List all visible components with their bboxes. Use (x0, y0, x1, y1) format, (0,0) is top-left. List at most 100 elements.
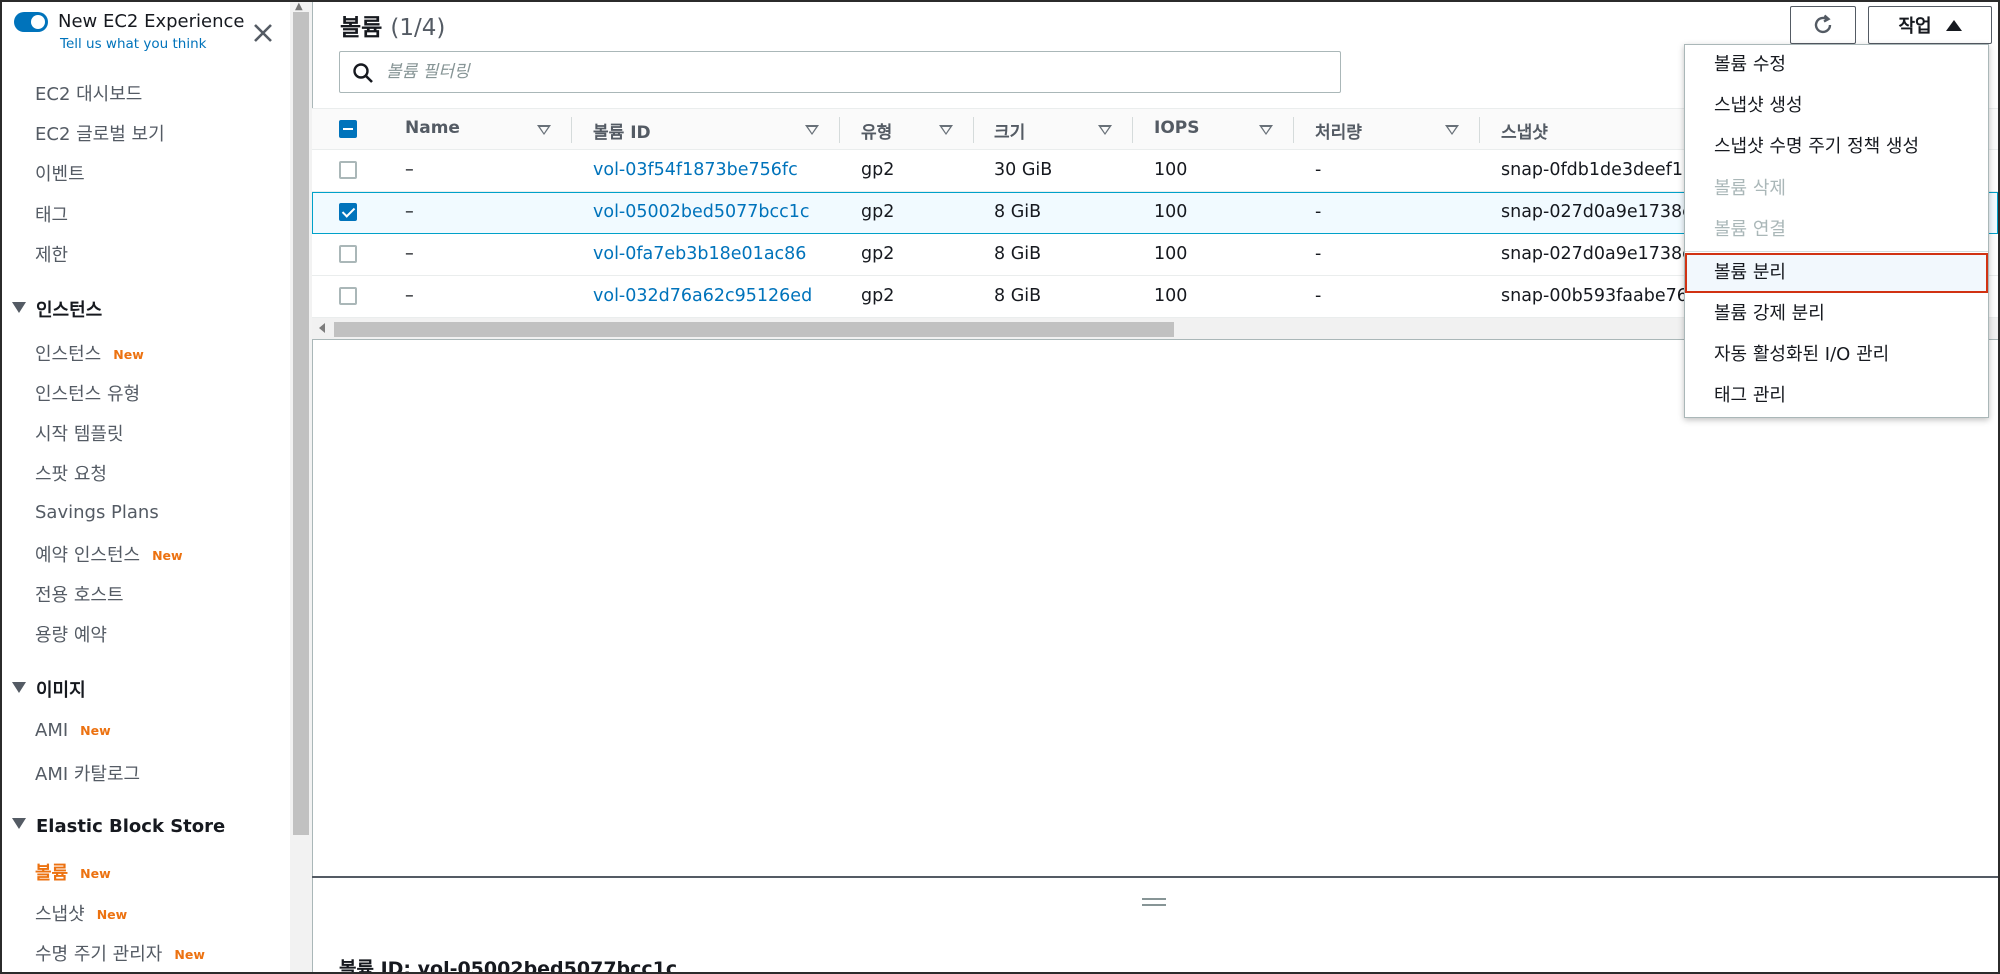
new-badge: New (174, 947, 205, 962)
section-instances[interactable]: 인스턴스 (12, 296, 102, 322)
column-header-throughput[interactable]: 처리량 (1315, 118, 1362, 143)
column-divider[interactable] (1132, 117, 1133, 143)
cell-name: – (405, 202, 414, 222)
column-header-name[interactable]: Name (405, 118, 460, 138)
refresh-icon (1814, 14, 1832, 34)
menu-divider (1685, 251, 1988, 252)
filter-icon[interactable] (1098, 125, 1112, 135)
sidebar-item-instances[interactable]: 인스턴스 New (35, 340, 144, 366)
detail-panel-title: 볼륨 ID: vol-05002bed5077bcc1c (339, 958, 678, 974)
column-divider[interactable] (1479, 117, 1480, 143)
cell-volume-id-link[interactable]: vol-032d76a62c95126ed (593, 286, 812, 306)
sidebar-item-snapshots[interactable]: 스냅샷 New (35, 900, 127, 926)
menu-item-delete-volume: 볼륨 삭제 (1714, 178, 1786, 199)
page-title: 볼륨 (1/4) (340, 15, 446, 41)
cell-throughput: - (1315, 160, 1322, 180)
cell-snapshot: snap-00b593faabe76 (1501, 286, 1688, 306)
sidebar-item-ami[interactable]: AMI New (35, 720, 111, 741)
menu-item-create-snapshot[interactable]: 스냅샷 생성 (1685, 86, 1988, 126)
sidebar-item-limits[interactable]: 제한 (35, 241, 68, 267)
sidebar-item-ec2-global-view[interactable]: EC2 글로벌 보기 (35, 120, 165, 146)
sidebar-scroll-thumb[interactable] (293, 12, 309, 835)
sidebar-item-capacity-reservations[interactable]: 용량 예약 (35, 621, 107, 647)
menu-item-force-detach-volume[interactable]: 볼륨 강제 분리 (1685, 294, 1988, 334)
drag-handle-icon[interactable] (1142, 898, 1166, 906)
actions-button[interactable]: 작업 (1868, 6, 1992, 44)
sidebar: New EC2 Experience Tell us what you thin… (2, 2, 290, 972)
filter-search (339, 51, 1341, 93)
sidebar-item-ami-catalog[interactable]: AMI 카탈로그 (35, 760, 140, 786)
feedback-link[interactable]: Tell us what you think (60, 36, 206, 52)
column-divider[interactable] (571, 117, 572, 143)
select-all-checkbox[interactable] (339, 120, 357, 138)
column-header-type[interactable]: 유형 (861, 118, 892, 143)
section-images[interactable]: 이미지 (12, 676, 86, 702)
sidebar-item-savings-plans[interactable]: Savings Plans (35, 502, 159, 523)
sidebar-item-tags[interactable]: 태그 (35, 201, 68, 227)
column-header-size[interactable]: 크기 (994, 118, 1025, 143)
actions-label: 작업 (1898, 16, 1932, 37)
section-elastic-block-store[interactable]: Elastic Block Store (12, 816, 225, 837)
column-header-volume-id[interactable]: 볼륨 ID (593, 118, 651, 143)
sidebar-item-lifecycle-manager[interactable]: 수명 주기 관리자 New (35, 940, 205, 966)
actions-dropdown-menu: 볼륨 수정 스냅샷 생성 스냅샷 수명 주기 정책 생성 볼륨 삭제 볼륨 연결… (1684, 44, 1989, 418)
sidebar-item-instance-types[interactable]: 인스턴스 유형 (35, 380, 140, 406)
filter-icon[interactable] (939, 125, 953, 135)
filter-icon[interactable] (1259, 125, 1273, 135)
sidebar-item-launch-templates[interactable]: 시작 템플릿 (35, 420, 124, 446)
sidebar-item-events[interactable]: 이벤트 (35, 160, 85, 186)
toggle-icon[interactable] (14, 12, 48, 32)
sidebar-scrollbar[interactable]: ▲ (290, 2, 312, 972)
menu-item-manage-tags[interactable]: 태그 관리 (1685, 376, 1988, 416)
row-checkbox[interactable] (339, 245, 357, 263)
sidebar-item-ec2-dashboard[interactable]: EC2 대시보드 (35, 80, 142, 106)
cell-type: gp2 (861, 286, 895, 306)
column-header-iops[interactable]: IOPS (1154, 118, 1199, 138)
scroll-left-icon[interactable] (319, 323, 325, 333)
row-checkbox[interactable] (339, 161, 357, 179)
caret-up-icon (1945, 19, 1962, 31)
cell-iops: 100 (1154, 202, 1188, 222)
cell-throughput: - (1315, 202, 1322, 222)
menu-item-create-lifecycle-policy[interactable]: 스냅샷 수명 주기 정책 생성 (1685, 127, 1988, 167)
cell-volume-id-link[interactable]: vol-05002bed5077bcc1c (593, 202, 810, 222)
row-checkbox[interactable] (339, 287, 357, 305)
caret-down-icon (12, 682, 26, 693)
sidebar-item-spot-requests[interactable]: 스팟 요청 (35, 460, 107, 486)
split-panel-divider (312, 876, 1998, 878)
cell-size: 8 GiB (994, 244, 1042, 264)
search-input[interactable] (386, 58, 1326, 86)
cell-name: – (405, 286, 414, 306)
scroll-up-icon[interactable]: ▲ (295, 2, 303, 12)
cell-size: 30 GiB (994, 160, 1053, 180)
filter-icon[interactable] (537, 125, 551, 135)
column-divider[interactable] (839, 117, 840, 143)
new-badge: New (80, 866, 111, 881)
column-header-snapshot[interactable]: 스냅샷 (1501, 118, 1548, 143)
menu-item-detach-volume[interactable]: 볼륨 분리 (1685, 253, 1988, 293)
new-badge: New (152, 548, 183, 563)
cell-throughput: - (1315, 244, 1322, 264)
menu-item-manage-auto-enabled-io[interactable]: 자동 활성화된 I/O 관리 (1685, 335, 1988, 375)
cell-type: gp2 (861, 244, 895, 264)
column-divider[interactable] (1293, 117, 1294, 143)
menu-item-modify-volume[interactable]: 볼륨 수정 (1685, 45, 1988, 85)
menu-item-attach-volume: 볼륨 연결 (1714, 219, 1786, 240)
caret-down-icon (12, 302, 26, 313)
new-badge: New (96, 907, 128, 922)
column-divider[interactable] (973, 117, 974, 143)
filter-icon[interactable] (805, 125, 819, 135)
sidebar-item-volumes[interactable]: 볼륨 New (35, 859, 111, 885)
row-checkbox[interactable] (339, 203, 357, 221)
cell-snapshot: snap-027d0a9e1738c (1501, 244, 1692, 264)
selection-count: (1/4) (390, 15, 446, 41)
sidebar-item-reserved-instances[interactable]: 예약 인스턴스 New (35, 541, 183, 567)
cell-volume-id-link[interactable]: vol-0fa7eb3b18e01ac86 (593, 244, 806, 264)
cell-name: – (405, 244, 414, 264)
horizontal-scroll-thumb[interactable] (334, 322, 1174, 337)
sidebar-item-dedicated-hosts[interactable]: 전용 호스트 (35, 581, 124, 607)
filter-icon[interactable] (1445, 125, 1459, 135)
refresh-button[interactable] (1790, 6, 1856, 44)
cell-volume-id-link[interactable]: vol-03f54f1873be756fc (593, 160, 798, 180)
close-icon[interactable] (250, 20, 276, 46)
